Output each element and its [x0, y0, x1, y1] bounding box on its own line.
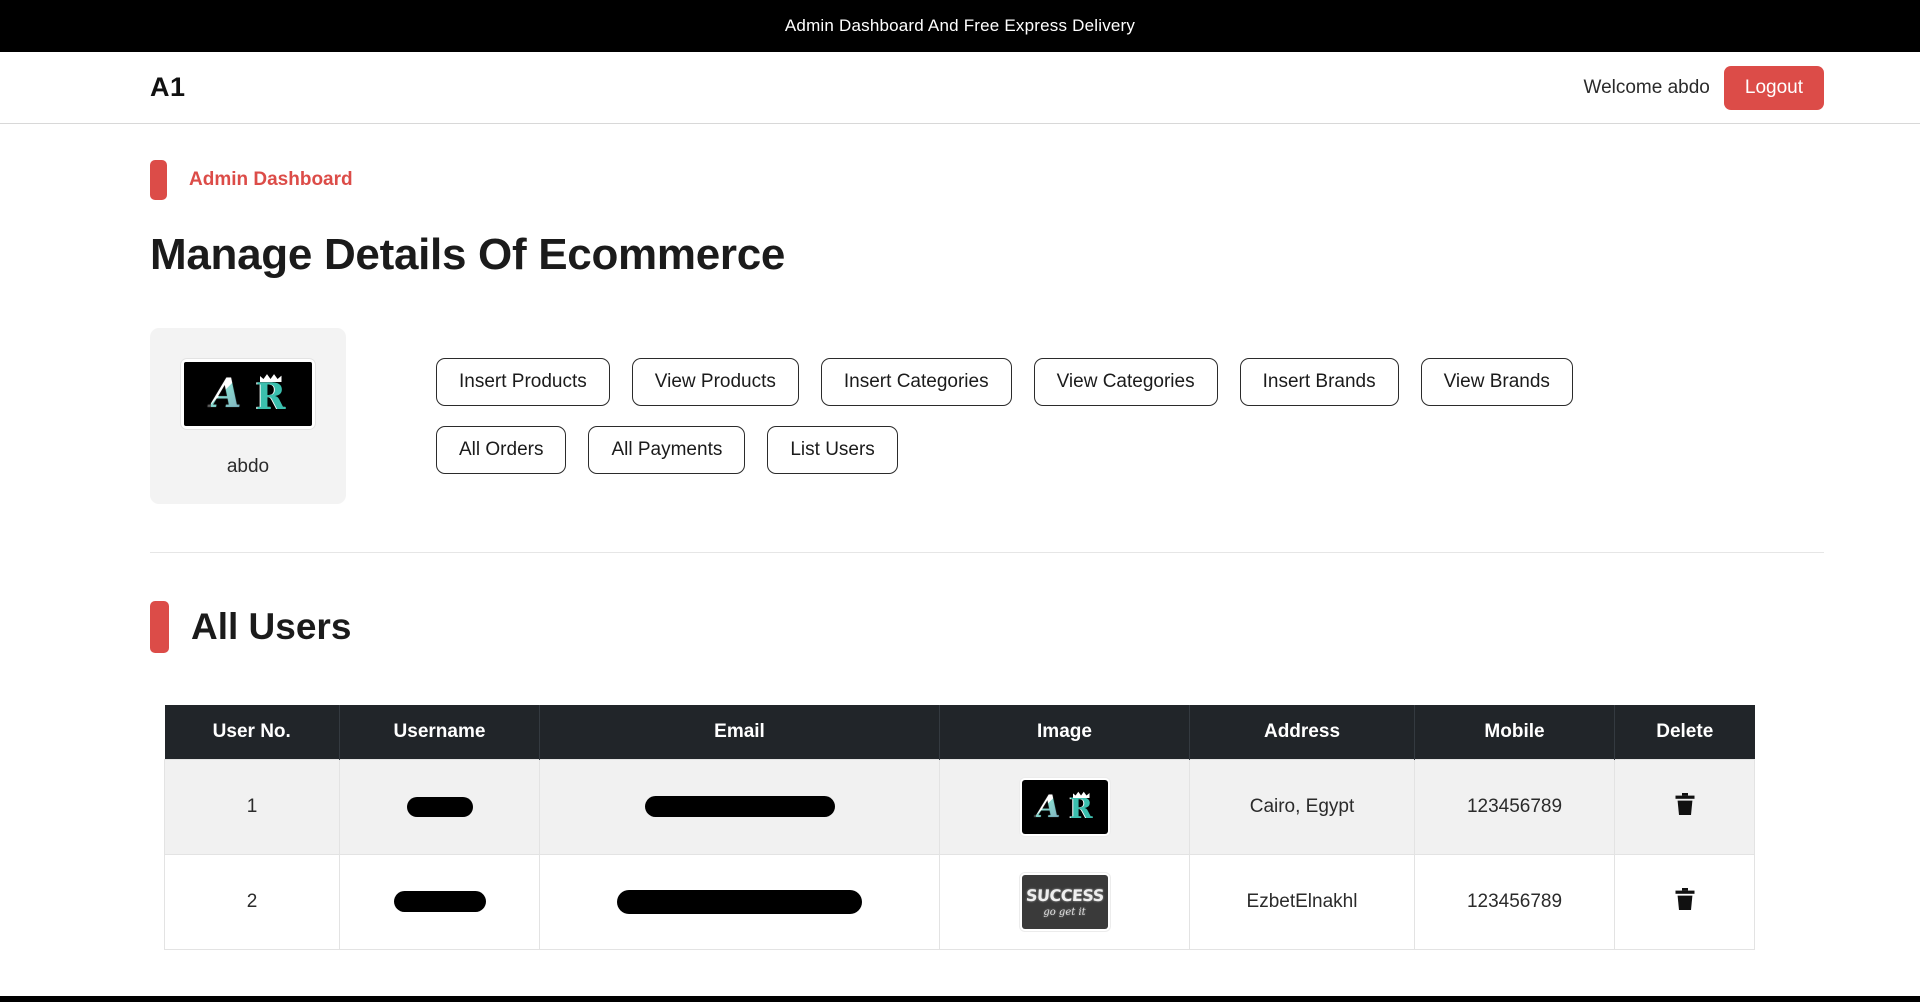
column-user-no: User No.	[164, 705, 340, 760]
cell-address: EzbetElnakhl	[1189, 854, 1415, 950]
cell-delete	[1614, 759, 1755, 855]
crowned-letter-r-icon: R	[256, 373, 286, 415]
breadcrumb: Admin Dashboard	[150, 160, 1824, 200]
cell-username	[339, 854, 540, 950]
action-buttons: Insert Products View Products Insert Cat…	[436, 328, 1696, 474]
promo-banner-text: Admin Dashboard And Free Express Deliver…	[784, 16, 1136, 35]
crown-icon	[260, 373, 282, 382]
table-head: User No. Username Email Image Address Mo…	[164, 705, 1755, 760]
delete-user-button[interactable]	[1675, 792, 1695, 816]
all-orders-button[interactable]: All Orders	[436, 426, 567, 474]
users-table: User No. Username Email Image Address Mo…	[164, 705, 1755, 950]
all-users-heading: All Users	[150, 601, 1824, 653]
column-email: Email	[539, 705, 940, 760]
column-delete: Delete	[1614, 705, 1755, 760]
navbar-right: Welcome abdo Logout	[1583, 65, 1824, 110]
accent-bar-icon	[150, 160, 167, 200]
cell-user-no: 1	[164, 759, 340, 855]
logout-button[interactable]: Logout	[1723, 65, 1824, 110]
trash-icon	[1675, 887, 1694, 910]
chalk-word-success: SUCCESS	[1024, 886, 1105, 905]
table-body: 1 A R Cairo, Egypt 123456789 2 SUCCESS g…	[164, 759, 1755, 950]
table-row: 2 SUCCESS go get it EzbetElnakhl 1234567…	[164, 854, 1755, 950]
letter-a-icon: A	[1036, 788, 1061, 825]
cell-delete	[1614, 854, 1755, 950]
cell-image: SUCCESS go get it	[939, 854, 1190, 950]
dashboard-row: A R abdo Insert Products View Products I…	[150, 328, 1824, 504]
insert-products-button[interactable]: Insert Products	[436, 358, 610, 406]
insert-brands-button[interactable]: Insert Brands	[1239, 358, 1399, 406]
column-address: Address	[1189, 705, 1415, 760]
cell-mobile: 123456789	[1414, 854, 1615, 950]
column-image: Image	[939, 705, 1190, 760]
cell-image: A R	[939, 759, 1190, 855]
insert-categories-button[interactable]: Insert Categories	[820, 358, 1012, 406]
user-image-thumbnail: A R	[1018, 777, 1111, 837]
page-body: Admin Dashboard Manage Details Of Ecomme…	[0, 160, 1920, 950]
cell-mobile: 123456789	[1414, 759, 1615, 855]
section-title: All Users	[191, 606, 352, 647]
cell-address: Cairo, Egypt	[1189, 759, 1415, 855]
accent-bar-icon	[150, 601, 169, 653]
chalkboard-image: SUCCESS go get it	[1021, 875, 1108, 929]
view-products-button[interactable]: View Products	[631, 358, 799, 406]
trash-icon	[1675, 792, 1694, 815]
redacted-email-mark	[644, 796, 835, 818]
profile-username: abdo	[226, 456, 270, 477]
cell-user-no: 2	[164, 854, 340, 950]
column-mobile: Mobile	[1414, 705, 1615, 760]
promo-banner: Admin Dashboard And Free Express Deliver…	[0, 0, 1920, 52]
delete-user-button[interactable]	[1675, 887, 1695, 911]
crowned-letter-r-icon: R	[1069, 791, 1093, 826]
letter-a-icon: A	[210, 370, 242, 417]
avatar: A R	[180, 358, 316, 430]
cell-username	[339, 759, 540, 855]
view-categories-button[interactable]: View Categories	[1033, 358, 1218, 406]
redacted-username-mark	[406, 796, 473, 817]
view-brands-button[interactable]: View Brands	[1420, 358, 1573, 406]
list-users-button[interactable]: List Users	[767, 426, 898, 474]
profile-card: A R abdo	[150, 328, 346, 504]
page-title: Manage Details Of Ecommerce	[150, 230, 786, 279]
redacted-email-mark	[617, 890, 862, 914]
all-payments-button[interactable]: All Payments	[588, 426, 746, 474]
table-row: 1 A R Cairo, Egypt 123456789	[164, 759, 1755, 855]
chalk-word-tagline: go get it	[1043, 907, 1086, 918]
page-bottom-edge	[0, 996, 1920, 1002]
navbar: A1 Welcome abdo Logout	[0, 52, 1920, 124]
section-divider	[150, 552, 1824, 553]
welcome-text: Welcome abdo	[1583, 76, 1710, 98]
brand-logo[interactable]: A1	[150, 72, 186, 103]
cell-email	[539, 854, 940, 950]
crown-icon	[1073, 791, 1090, 798]
redacted-username-mark	[393, 891, 486, 913]
breadcrumb-label[interactable]: Admin Dashboard	[189, 169, 353, 191]
user-image-thumbnail: SUCCESS go get it	[1018, 872, 1111, 932]
cell-email	[539, 759, 940, 855]
table-header-row: User No. Username Email Image Address Mo…	[164, 705, 1755, 760]
column-username: Username	[339, 705, 540, 760]
users-table-wrapper: User No. Username Email Image Address Mo…	[150, 705, 1824, 950]
